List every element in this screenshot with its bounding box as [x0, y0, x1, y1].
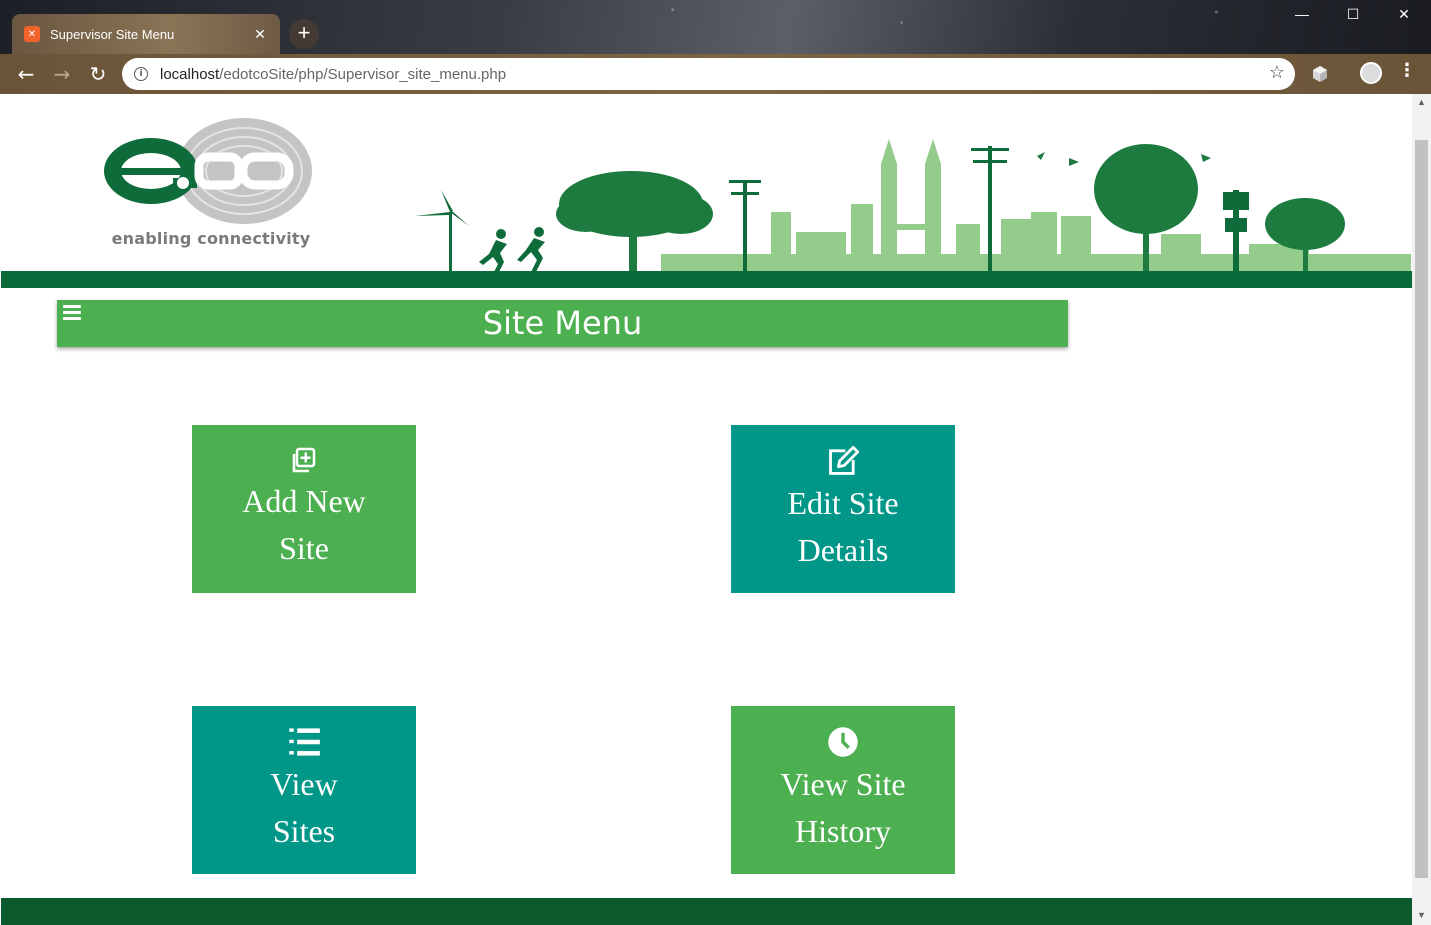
xampp-icon: ✕ [24, 26, 40, 42]
new-tab-button[interactable]: + [289, 19, 319, 49]
tile-label: Details [797, 532, 889, 568]
close-tab-icon[interactable]: ✕ [252, 26, 268, 43]
clock-icon [828, 727, 858, 757]
minimize-icon[interactable]: — [1290, 6, 1314, 22]
vertical-scrollbar[interactable]: ▲ ▼ [1412, 94, 1431, 925]
page-title: Site Menu [482, 304, 643, 342]
reload-icon[interactable]: ↻ [86, 62, 110, 86]
tile-label: Site [279, 530, 329, 566]
wind-turbine-graphic [415, 190, 469, 274]
close-window-icon[interactable]: ✕ [1392, 6, 1416, 23]
forward-icon[interactable]: → [50, 62, 74, 86]
header-banner [104, 118, 1411, 274]
scrollbar-thumb[interactable] [1415, 140, 1428, 878]
url-host: localhost [160, 65, 220, 83]
edit-icon [829, 445, 860, 475]
tile-label: History [795, 813, 891, 849]
page-footer-bar [1, 898, 1412, 925]
runners-graphic [479, 227, 545, 274]
page-viewport: enabling connectivity Site Menu Add New … [1, 94, 1412, 925]
view-sites-button[interactable]: View Sites [192, 706, 416, 874]
add-new-site-button[interactable]: Add New Site [192, 425, 416, 593]
list-icon [289, 728, 320, 756]
back-icon[interactable]: ← [14, 62, 38, 86]
eco-logo [104, 118, 312, 224]
site-menu-bar: Site Menu [57, 300, 1068, 347]
browser-menu-icon[interactable]: ⋮ [1398, 60, 1416, 81]
logo-tagline: enabling connectivity [111, 229, 311, 248]
profile-avatar-icon[interactable] [1360, 62, 1382, 84]
browser-titlebar: ✕ Supervisor Site Menu ✕ + — ☐ ✕ [0, 0, 1431, 54]
url-path: /edotcoSite/php/Supervisor_site_menu.php [219, 65, 507, 83]
scroll-up-icon[interactable]: ▲ [1412, 94, 1431, 110]
view-site-history-button[interactable]: View Site History [731, 706, 955, 874]
url-text[interactable]: localhost/edotcoSite/php/Supervisor_site… [160, 66, 506, 83]
tab-title: Supervisor Site Menu [50, 26, 175, 42]
site-info-icon[interactable]: i [134, 67, 148, 81]
maximize-icon[interactable]: ☐ [1341, 6, 1365, 23]
tile-label: Add New [242, 483, 366, 519]
tile-label: Sites [272, 813, 336, 849]
bookmark-star-icon[interactable]: ☆ [1269, 62, 1285, 83]
tile-label: View [270, 766, 338, 802]
add-square-icon [292, 447, 316, 473]
tile-label: View Site [780, 766, 906, 802]
edit-site-details-button[interactable]: Edit Site Details [731, 425, 955, 593]
address-bar[interactable]: i localhost/edotcoSite/php/Supervisor_si… [122, 58, 1295, 90]
browser-tab[interactable]: ✕ Supervisor Site Menu ✕ [12, 14, 280, 54]
tile-label: Edit Site [787, 485, 899, 521]
header-divider-bar [1, 271, 1412, 288]
extension-cube-icon[interactable] [1310, 64, 1330, 84]
scroll-down-icon[interactable]: ▼ [1412, 907, 1431, 923]
